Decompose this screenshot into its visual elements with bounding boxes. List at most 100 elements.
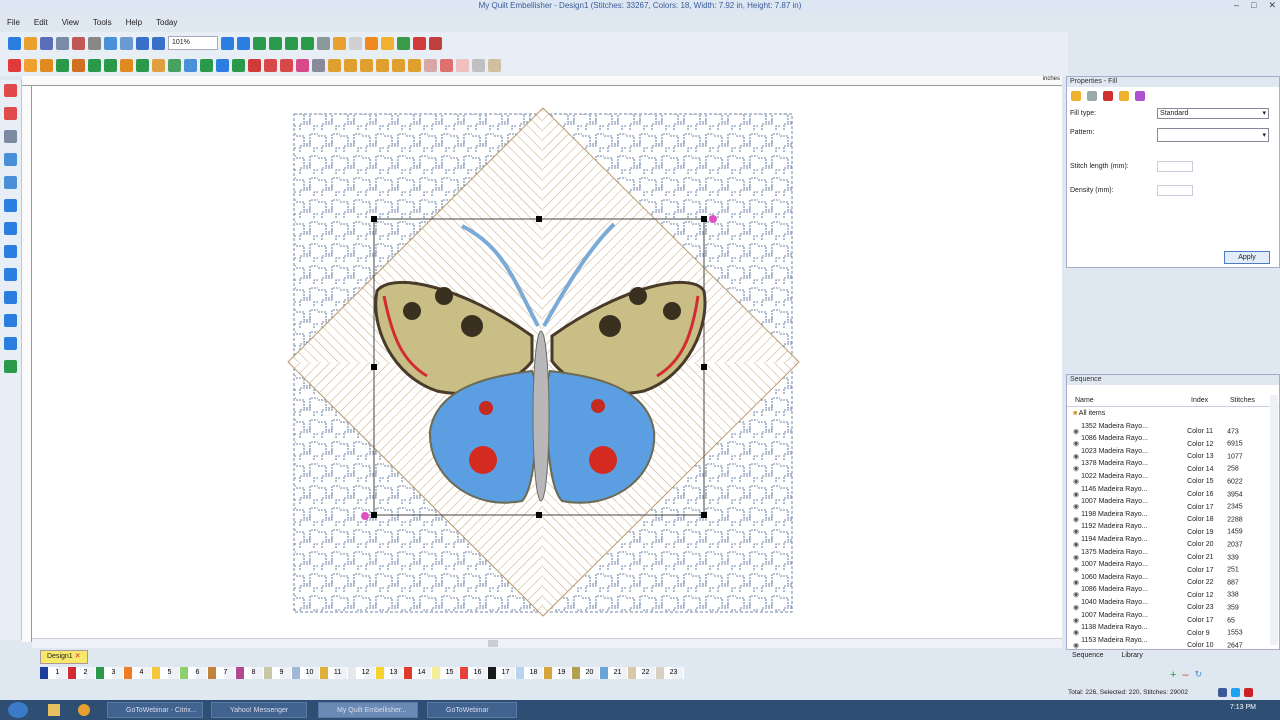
pattern-select[interactable]: ▾ [1157,128,1269,142]
palette-swatch-11[interactable]: 11 [320,667,348,679]
align-left-icon[interactable] [328,58,341,72]
palette-swatch-23[interactable]: 23 [656,667,684,679]
info-panel-icon[interactable] [4,291,17,304]
resize-handle[interactable] [371,364,377,370]
new-icon[interactable] [8,36,21,50]
fill-shape-icon[interactable] [24,58,37,72]
zoom-icon[interactable] [4,130,17,143]
measure-icon[interactable] [4,176,17,189]
monogram-icon[interactable] [280,58,293,72]
weld-icon[interactable] [333,36,346,50]
column-index[interactable]: Index [1191,397,1208,404]
align-right-icon[interactable] [360,58,373,72]
minimize-icon[interactable]: – [1234,0,1239,11]
facebook-icon[interactable] [1218,688,1227,697]
add-icon[interactable]: + [1170,669,1176,681]
grid-fill-icon[interactable] [72,58,85,72]
start-icon[interactable] [8,702,28,718]
pinterest-icon[interactable] [1244,688,1253,697]
unlock-icon[interactable] [472,58,485,72]
maximize-icon[interactable]: □ [1251,0,1256,11]
taskbar-item-gotowebinar[interactable]: GoToWebinar [427,702,517,718]
palette-swatch-14[interactable]: 14 [404,667,432,679]
fill-type-select[interactable]: Standard ▾ [1157,108,1269,119]
align-top-icon[interactable] [376,58,389,72]
rotate-right-icon[interactable] [301,36,314,50]
polygon-icon[interactable] [216,58,229,72]
info-icon[interactable] [237,36,250,50]
lock-icon[interactable] [456,58,469,72]
record-icon[interactable] [72,36,85,50]
align-bottom-icon[interactable] [408,58,421,72]
arrow-up-icon[interactable] [365,36,378,50]
undo-icon[interactable] [136,36,149,50]
taskbar-item-yahoo-messenger[interactable]: Yahoo! Messenger [211,702,307,718]
sequence-row[interactable]: ◉ 1192 Madeira Rayo...Color 19 1459 [1073,521,1273,536]
sequence-row[interactable]: ◉ 1040 Madeira Rayo...Color 23 359 [1073,597,1273,612]
sequence-row[interactable]: ◉ 1086 Madeira Rayo...Color 12 338 [1073,584,1273,599]
play-icon[interactable] [253,36,266,50]
sequence-scrollbar[interactable] [1270,395,1278,645]
density-input[interactable] [1157,185,1193,196]
stippling-icon[interactable] [232,58,245,72]
palette-swatch-19[interactable]: 19 [544,667,572,679]
square-fill-icon[interactable] [56,58,69,72]
sequence-row[interactable]: ◉ 1060 Madeira Rayo...Color 22 887 [1073,572,1273,587]
color-icon[interactable] [4,360,17,373]
split-icon[interactable] [4,314,17,327]
sequence-row[interactable]: ◉ 1153 Madeira Rayo...Color 10 2647 [1073,635,1273,650]
resize-handle[interactable] [701,364,707,370]
palette-swatch-17[interactable]: 17 [488,667,516,679]
text-icon[interactable] [264,58,277,72]
hoop-icon[interactable] [4,245,17,258]
convert-icon[interactable] [488,58,501,72]
taskbar-item-gotowebinar-citrix[interactable]: GoToWebinar - Citrix... [107,702,203,718]
pan-hand-icon[interactable] [4,153,17,166]
special-icon[interactable] [1135,91,1145,101]
sequence-row[interactable]: ◉ 1007 Madeira Rayo...Color 17 251 [1073,559,1273,574]
preview-icon[interactable] [4,337,17,350]
cut-icon[interactable] [88,36,101,50]
fill-icon[interactable] [1071,91,1081,101]
palette-swatch-21[interactable]: 21 [600,667,628,679]
print-icon[interactable] [56,36,69,50]
menu-edit[interactable]: Edit [27,16,55,30]
select-box-icon[interactable] [312,58,325,72]
sequence-row[interactable]: ◉ 1378 Madeira Rayo...Color 14 258 [1073,458,1273,473]
menu-today[interactable]: Today [149,16,184,30]
resize-handle[interactable] [371,512,377,518]
menu-file[interactable]: File [0,16,27,30]
palette-swatch-2[interactable]: 2 [68,667,96,679]
align-center-icon[interactable] [344,58,357,72]
column-icon[interactable] [136,58,149,72]
sequence-row[interactable]: ◉ 1194 Madeira Rayo...Color 20 2037 [1073,534,1273,549]
palette-swatch-15[interactable]: 15 [432,667,460,679]
zoom-fit-icon[interactable] [221,36,234,50]
paste-icon[interactable] [120,36,133,50]
3d-view-icon[interactable] [4,222,17,235]
circle-icon[interactable] [200,58,213,72]
curve-icon[interactable] [168,58,181,72]
pattern-icon[interactable] [40,58,53,72]
save-icon[interactable] [40,36,53,50]
outline-icon[interactable] [1087,91,1097,101]
resize-handle[interactable] [701,216,707,222]
explorer-icon[interactable] [48,704,60,716]
tab-design1[interactable]: Design1 ✕ [40,650,88,664]
sequence-row[interactable]: ◉ 1198 Madeira Rayo...Color 18 2288 [1073,509,1273,524]
palette-swatch-20[interactable]: 20 [572,667,600,679]
select-arrow-icon[interactable] [4,84,17,97]
sequence-row[interactable]: ◉ 1352 Madeira Rayo...Color 11 473 [1073,421,1273,436]
delete-grid-icon[interactable] [413,36,426,50]
sequence-row[interactable]: ◉ 1007 Madeira Rayo...Color 17 2345 [1073,496,1273,511]
resize-handle[interactable] [536,216,542,222]
close-icon[interactable]: ✕ [75,653,81,660]
twitter-icon[interactable] [1231,688,1240,697]
align-middle-icon[interactable] [392,58,405,72]
edit-points-icon[interactable] [4,107,17,120]
palette-swatch-10[interactable]: 10 [292,667,320,679]
zoom-input[interactable]: 101% [168,36,218,50]
sequence-row[interactable]: ◉ 1086 Madeira Rayo...Color 12 6915 [1073,433,1273,448]
close-icon[interactable]: ✕ [1268,0,1276,11]
stitch-length-input[interactable] [1157,161,1193,172]
